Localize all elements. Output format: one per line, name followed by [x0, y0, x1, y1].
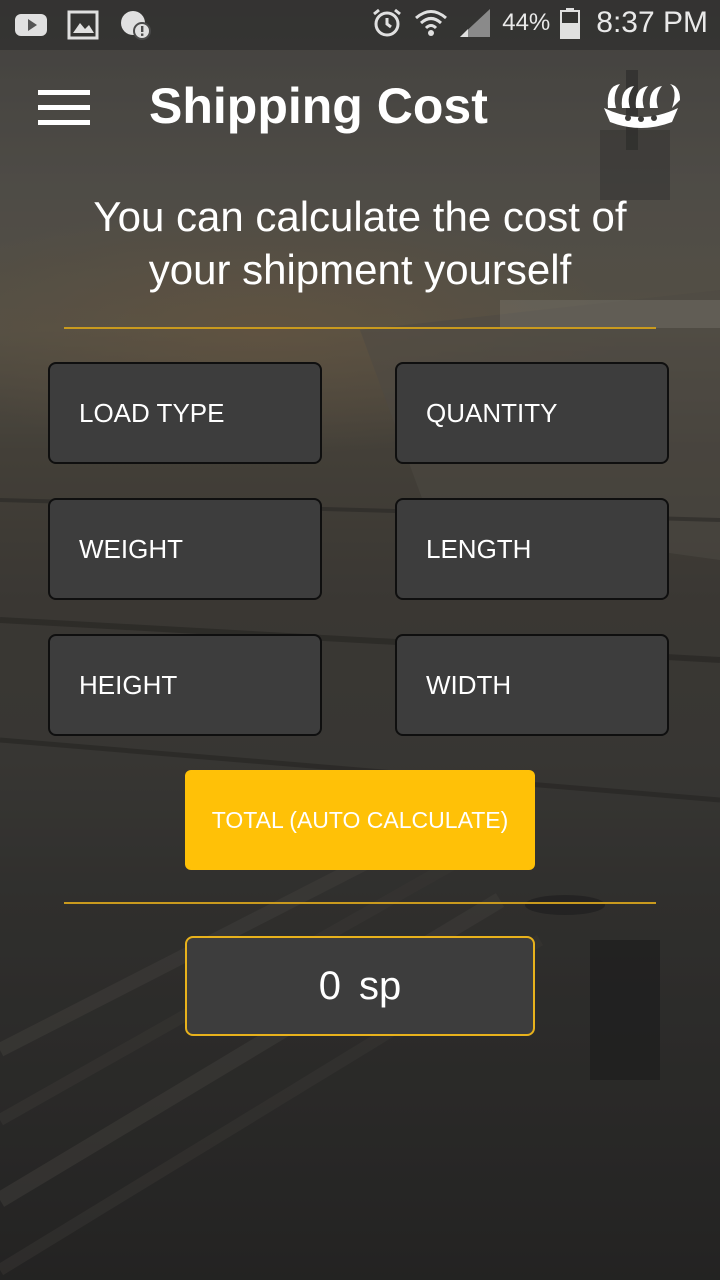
weight-input[interactable] [50, 500, 320, 598]
viking-ship-logo [604, 84, 680, 128]
height-field[interactable] [48, 634, 322, 736]
headline-line-2: your shipment yourself [148, 246, 572, 293]
bottom-divider [64, 902, 656, 904]
load-type-input[interactable] [50, 364, 320, 462]
weight-field[interactable] [48, 498, 322, 600]
battery-icon [560, 8, 581, 39]
battery-percent: 44% [502, 9, 551, 36]
length-input[interactable] [397, 500, 667, 598]
status-bar: 44% 8:37 PM [0, 0, 720, 50]
quantity-input[interactable] [397, 364, 667, 462]
height-input[interactable] [50, 636, 320, 734]
signal-icon [460, 9, 491, 37]
quantity-field[interactable] [395, 362, 669, 464]
youtube-icon [15, 14, 47, 36]
alarm-icon [373, 8, 402, 37]
total-unit: sp [359, 963, 402, 1008]
notification-alert-icon [121, 11, 151, 40]
clock: 8:37 PM [596, 6, 708, 39]
hamburger-menu-icon[interactable] [38, 90, 90, 126]
wifi-icon [415, 10, 448, 36]
page-title: Shipping Cost [149, 78, 488, 134]
gallery-icon [67, 10, 99, 40]
app-bar: Shipping Cost [0, 60, 720, 156]
total-value: 0 [318, 963, 341, 1008]
top-divider [64, 327, 656, 329]
headline-line-1: You can calculate the cost of [93, 193, 627, 240]
length-field[interactable] [395, 498, 669, 600]
load-type-field[interactable] [48, 362, 322, 464]
width-input[interactable] [397, 636, 667, 734]
width-field[interactable] [395, 634, 669, 736]
calculate-total-button[interactable]: TOTAL (AUTO CALCULATE) [185, 770, 535, 870]
total-result-box: 0 sp [185, 936, 535, 1036]
headline: You can calculate the cost of your shipm… [0, 190, 720, 296]
